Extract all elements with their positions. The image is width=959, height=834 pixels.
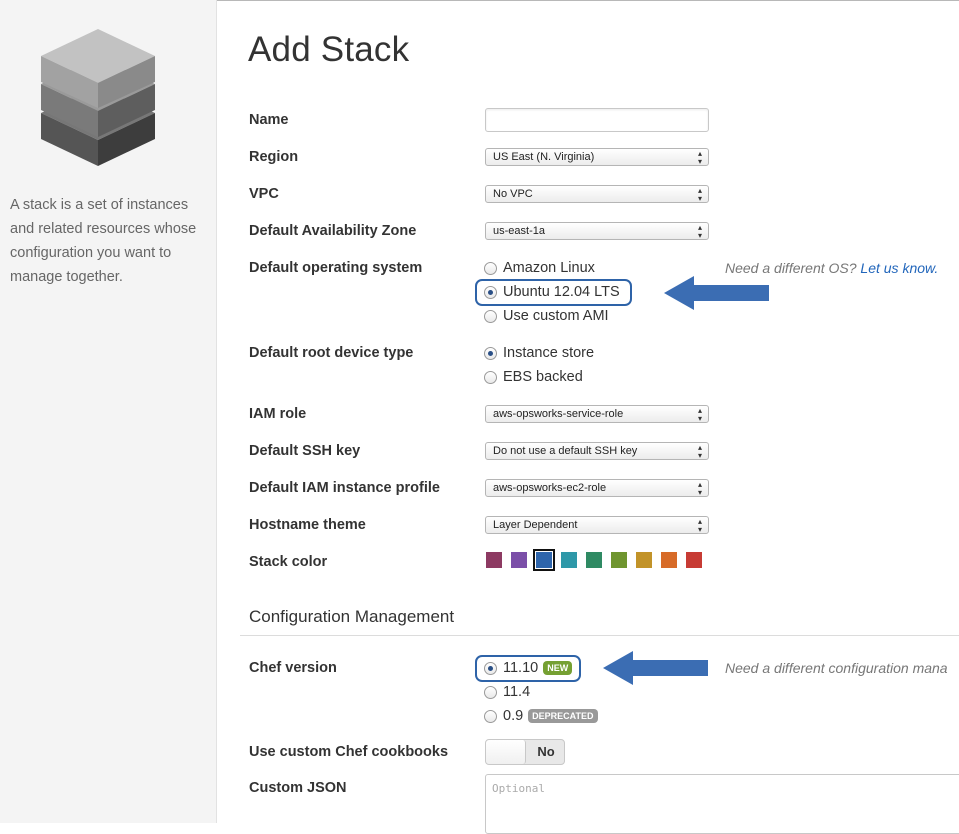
iam-role-label: IAM role [249, 406, 307, 422]
select-arrows-icon: ▴ ▾ [697, 406, 702, 423]
select-arrows-icon: ▴ ▾ [697, 480, 702, 497]
region-select[interactable]: US East (N. Virginia) ▴ ▾ [485, 148, 709, 166]
chef-hint: Need a different configuration mana [725, 660, 948, 676]
stack-color-swatch[interactable] [611, 552, 627, 568]
radio-button[interactable] [484, 309, 497, 323]
vpc-label: VPC [249, 186, 279, 202]
hostname-theme-select-value: Layer Dependent [493, 519, 578, 531]
ssh-key-select-value: Do not use a default SSH key [493, 445, 638, 457]
chef-option-0-9[interactable]: 0.9 DEPRECATED [484, 706, 598, 726]
os-label: Default operating system [249, 260, 423, 276]
select-arrows-icon: ▴ ▾ [697, 186, 702, 203]
let-us-know-link[interactable]: Let us know. [860, 260, 938, 276]
page-title: Add Stack [248, 30, 410, 69]
configuration-management-title: Configuration Management [249, 607, 455, 626]
name-label: Name [249, 112, 289, 128]
select-arrows-icon: ▴ ▾ [697, 149, 702, 166]
os-option-custom-ami[interactable]: Use custom AMI [484, 306, 609, 326]
region-select-value: US East (N. Virginia) [493, 151, 595, 163]
availability-zone-select[interactable]: us-east-1a ▴ ▾ [485, 222, 709, 240]
os-highlight-box [475, 279, 632, 306]
ssh-key-label: Default SSH key [249, 443, 361, 459]
chef-option-11-4[interactable]: 11.4 [484, 682, 530, 702]
vpc-select[interactable]: No VPC ▴ ▾ [485, 185, 709, 203]
name-input[interactable] [485, 108, 709, 132]
region-label: Region [249, 149, 299, 165]
stack-logo-icon [41, 29, 155, 166]
stack-color-swatch[interactable] [561, 552, 577, 568]
stack-color-swatch[interactable] [586, 552, 602, 568]
os-hint: Need a different OS? Let us know. [725, 260, 938, 276]
instance-profile-select[interactable]: aws-opsworks-ec2-role ▴ ▾ [485, 479, 709, 497]
annotation-arrow-icon [603, 651, 708, 685]
sidebar-description: A stack is a set of instances and relate… [10, 197, 197, 285]
select-arrows-icon: ▴ ▾ [697, 517, 702, 534]
instance-profile-label: Default IAM instance profile [249, 480, 440, 496]
ssh-key-select[interactable]: Do not use a default SSH key ▴ ▾ [485, 442, 709, 460]
radio-button[interactable] [484, 685, 497, 699]
root-device-option-instance-store[interactable]: Instance store [484, 343, 594, 363]
hostname-theme-label: Hostname theme [249, 517, 366, 533]
chef-highlight-box [475, 655, 581, 682]
stack-color-swatch[interactable] [511, 552, 527, 568]
iam-role-select-value: aws-opsworks-service-role [493, 408, 624, 420]
instance-profile-select-value: aws-opsworks-ec2-role [493, 482, 607, 494]
os-hint-text: Need a different OS? [725, 260, 857, 276]
custom-cookbooks-toggle[interactable]: No [485, 739, 565, 765]
root-device-option-label: EBS backed [503, 369, 583, 385]
radio-button[interactable] [484, 370, 497, 384]
os-option-label: Amazon Linux [503, 260, 595, 276]
stack-color-swatch[interactable] [636, 552, 652, 568]
stack-color-swatch[interactable] [533, 549, 555, 571]
stack-color-swatch[interactable] [661, 552, 677, 568]
select-arrows-icon: ▴ ▾ [697, 443, 702, 460]
stack-color-swatch[interactable] [486, 552, 502, 568]
os-option-amazon-linux[interactable]: Amazon Linux [484, 258, 595, 278]
select-arrows-icon: ▴ ▾ [697, 223, 702, 240]
iam-role-select[interactable]: aws-opsworks-service-role ▴ ▾ [485, 405, 709, 423]
radio-button-selected[interactable] [484, 346, 497, 360]
toggle-label: No [537, 744, 555, 759]
custom-cookbooks-label: Use custom Chef cookbooks [249, 744, 449, 760]
hostname-theme-select[interactable]: Layer Dependent ▴ ▾ [485, 516, 709, 534]
chef-version-label: Chef version [249, 660, 337, 676]
chef-option-label: 11.4 [503, 684, 531, 700]
root-device-option-ebs[interactable]: EBS backed [484, 367, 583, 387]
availability-zone-label: Default Availability Zone [249, 223, 417, 239]
root-device-option-label: Instance store [503, 345, 595, 361]
chef-option-label: 0.9 [503, 708, 524, 724]
radio-button[interactable] [484, 709, 497, 723]
stack-color-label: Stack color [249, 554, 328, 570]
os-option-label: Use custom AMI [503, 308, 609, 324]
section-divider [240, 635, 959, 636]
annotation-arrow-icon [664, 276, 769, 310]
deprecated-badge: DEPRECATED [528, 709, 598, 723]
root-device-label: Default root device type [249, 345, 414, 361]
stack-color-swatch[interactable] [686, 552, 702, 568]
vpc-select-value: No VPC [493, 188, 533, 200]
toggle-knob[interactable] [486, 740, 526, 764]
custom-json-textarea[interactable]: Optional [485, 774, 959, 834]
stack-color-swatches [486, 549, 711, 571]
availability-zone-select-value: us-east-1a [493, 225, 545, 237]
custom-json-label: Custom JSON [249, 780, 347, 796]
sidebar: A stack is a set of instances and relate… [0, 0, 217, 823]
radio-button[interactable] [484, 261, 497, 275]
